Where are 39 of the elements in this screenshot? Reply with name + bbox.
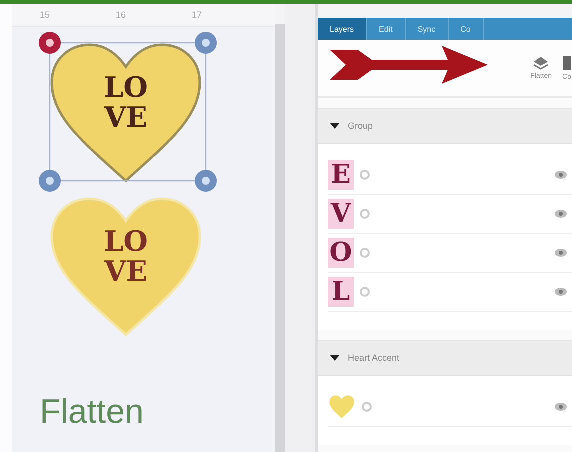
eye-icon[interactable] (554, 287, 568, 297)
eye-icon[interactable] (554, 170, 568, 180)
scrollbar[interactable] (275, 24, 285, 452)
layers-icon (532, 56, 550, 70)
layer-thumbnail: O (328, 238, 354, 268)
info-icon[interactable] (360, 170, 370, 180)
info-icon[interactable] (360, 248, 370, 258)
layer-thumbnail: V (328, 199, 354, 229)
layer-row[interactable]: O (328, 234, 572, 273)
heart-icon (328, 395, 356, 419)
layer-thumbnail: E (328, 160, 354, 190)
heart-design[interactable]: LO VE (50, 198, 202, 336)
info-icon[interactable] (362, 402, 372, 412)
layer-thumbnail: L (328, 277, 354, 307)
caption: Flatten (40, 393, 145, 432)
layer-row[interactable]: V (328, 195, 572, 234)
rotate-handle-icon[interactable] (195, 32, 217, 54)
eye-icon[interactable] (554, 209, 568, 219)
delete-handle-icon[interactable] (39, 32, 61, 54)
expand-icon[interactable] (330, 355, 340, 361)
lock-handle-icon[interactable] (39, 170, 61, 192)
layer-row[interactable]: L (328, 273, 572, 312)
layer-row[interactable]: E (328, 156, 572, 195)
heart-design[interactable]: LO VE (50, 44, 202, 182)
ruler-number: 17 (192, 10, 202, 20)
eye-icon[interactable] (554, 248, 568, 258)
eye-icon[interactable] (554, 402, 568, 412)
ruler-number: 16 (116, 10, 126, 20)
expand-icon[interactable] (330, 123, 340, 129)
info-icon[interactable] (360, 209, 370, 219)
group-name: Heart Accent (348, 353, 400, 363)
group-header[interactable]: Group (318, 108, 572, 144)
resize-handle-icon[interactable] (195, 170, 217, 192)
tab[interactable]: Layers (318, 18, 368, 40)
group-header[interactable]: Heart Accent (318, 340, 572, 376)
group-name: Group (348, 121, 374, 131)
ruler-number: 15 (40, 10, 50, 20)
arrow-icon (330, 44, 490, 86)
info-icon[interactable] (360, 287, 370, 297)
